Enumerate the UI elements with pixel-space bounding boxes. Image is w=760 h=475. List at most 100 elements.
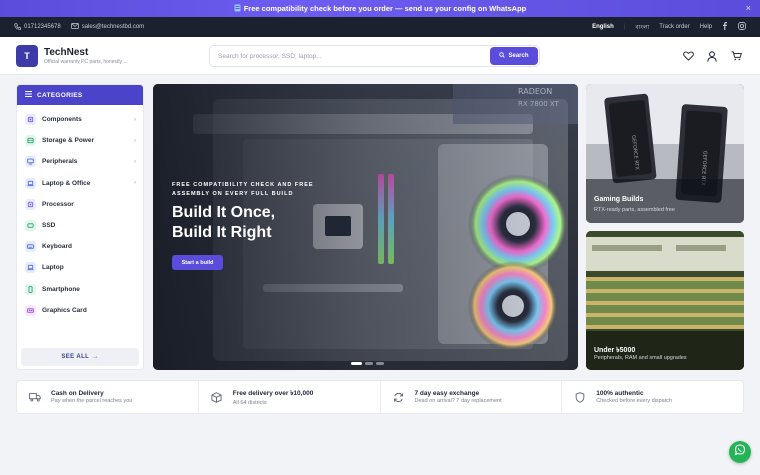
carousel-dot[interactable]	[365, 362, 373, 365]
start-build-button[interactable]: Start a build	[172, 255, 223, 270]
truck-icon	[27, 389, 43, 405]
whatsapp-chat-button[interactable]	[729, 441, 751, 463]
site-header: T TechNest Official warranty PC parts, h…	[0, 37, 760, 75]
hero-title-line1: Build It Once,	[172, 204, 276, 221]
lang-english[interactable]: English	[592, 24, 614, 30]
category-label: Smartphone	[42, 285, 80, 293]
feature-text: Cash on Delivery Pay when the parcel reac…	[51, 390, 132, 404]
laptop-icon	[25, 262, 36, 274]
search-bar: Search	[209, 45, 540, 67]
phone-icon	[14, 22, 21, 32]
search-button[interactable]: Search	[490, 47, 538, 65]
hero-title-line2: Build It Right	[172, 224, 272, 241]
feature-item: 100% authentic Checked before every dispa…	[562, 381, 743, 413]
see-all-button[interactable]: SEE ALL →	[21, 348, 139, 366]
keyboard-icon	[25, 241, 36, 253]
close-icon[interactable]: ×	[746, 3, 751, 13]
category-components[interactable]: Components ›	[17, 109, 143, 130]
utility-bar: 01712345678 sales@technestbd.com English…	[0, 17, 760, 37]
announcement-text: Free compatibility check before you orde…	[243, 4, 527, 13]
facebook-icon[interactable]	[722, 22, 728, 32]
lang-bangla[interactable]: বাংলা	[635, 22, 649, 33]
feature-title: 7 day easy exchange	[414, 390, 480, 397]
hero-title: Build It Once, Build It Right	[172, 203, 275, 243]
email-address: sales@technestbd.com	[81, 24, 145, 30]
category-storage-power[interactable]: Storage & Power ›	[17, 130, 143, 151]
category-sidebar: CATEGORIES Components › Storage & Power › Pe…	[16, 84, 144, 370]
carousel-dot[interactable]	[376, 362, 384, 365]
feature-title: 100% authentic	[596, 390, 644, 397]
logo[interactable]: T	[16, 44, 38, 67]
promo-subtitle: Peripherals, RAM and small upgrades	[594, 355, 687, 361]
feature-subtitle: Checked before every dispatch	[596, 398, 673, 404]
chevron-right-icon: ›	[134, 137, 136, 144]
category-laptop-office[interactable]: Laptop & Office ›	[17, 173, 143, 194]
email-contact[interactable]: sales@technestbd.com	[70, 23, 145, 31]
promo-subtitle: RTX-ready parts, assembled free	[594, 207, 675, 213]
chevron-right-icon: ›	[134, 116, 136, 123]
feature-title: Cash on Delivery	[51, 390, 104, 397]
shield-icon	[572, 389, 588, 405]
category-peripherals[interactable]: Peripherals ›	[17, 151, 143, 172]
storage-icon	[25, 135, 36, 147]
carousel-dots	[351, 362, 384, 365]
category-label: Keyboard	[42, 243, 72, 251]
brand-name[interactable]: TechNest	[44, 47, 128, 58]
category-label: Laptop & Office	[42, 179, 91, 187]
feature-item: 7 day easy exchange Dead on arrival? 7 da…	[381, 381, 563, 413]
divider: |	[623, 24, 626, 30]
categories-title: CATEGORIES	[37, 91, 83, 99]
category-label: Components	[42, 116, 82, 124]
track-order-link[interactable]: Track order	[659, 24, 689, 30]
menu-icon	[25, 91, 32, 99]
box-icon	[209, 389, 225, 405]
ssd-icon	[25, 220, 36, 232]
promo-under-5000[interactable]: Under ৳5000 Peripherals, RAM and small u…	[586, 231, 744, 370]
category-smartphone[interactable]: Smartphone	[17, 279, 143, 300]
search-icon	[499, 52, 506, 60]
see-all-label: SEE ALL	[61, 354, 90, 360]
feature-item: Cash on Delivery Pay when the parcel reac…	[17, 381, 199, 413]
brand-block: TechNest Official warranty PC parts, hon…	[44, 47, 128, 65]
cpu-icon	[25, 114, 36, 126]
category-graphics-card[interactable]: Graphics Card	[17, 300, 143, 321]
category-label: Processor	[42, 200, 74, 208]
features-strip: Cash on Delivery Pay when the parcel reac…	[16, 380, 744, 414]
instagram-icon[interactable]	[738, 22, 746, 32]
feature-item: Free delivery over ৳10,000 All 64 distric…	[199, 381, 381, 413]
whatsapp-icon	[734, 443, 746, 461]
gpu-icon	[25, 304, 36, 316]
category-label: Storage & Power	[42, 137, 95, 145]
smartphone-icon	[25, 283, 36, 295]
announcement-bar: Free compatibility check before you orde…	[0, 0, 760, 17]
feature-text: 7 day easy exchange Dead on arrival? 7 da…	[415, 390, 502, 404]
feature-subtitle: All 64 districts	[232, 400, 267, 406]
monitor-icon	[25, 156, 36, 168]
feature-text: 100% authentic Checked before every dispa…	[596, 390, 672, 404]
category-laptop[interactable]: Laptop	[17, 257, 143, 278]
promo-title: Gaming Builds	[594, 196, 644, 203]
promo-gaming-builds[interactable]: GEFORCE RTX GEFORCE RTX Gaming Builds RT…	[586, 84, 744, 223]
chevron-right-icon: ›	[134, 158, 136, 165]
cart-icon[interactable]	[730, 50, 742, 62]
feature-subtitle: Dead on arrival? 7 day replacement	[414, 398, 502, 404]
hero-banner: RADEON RX 7800 XT FREE COMPATIBILITY CHE…	[153, 84, 578, 370]
hero-eyebrow: FREE COMPATIBILITY CHECK AND FREE ASSEMB…	[172, 182, 314, 197]
carousel-dot[interactable]	[351, 362, 362, 365]
feature-subtitle: Pay when the parcel reaches you	[51, 398, 133, 404]
phone-number: 01712345678	[24, 24, 61, 30]
header-actions	[682, 50, 742, 62]
brand-tagline: Official warranty PC parts, honestly ...	[44, 58, 128, 65]
category-processor[interactable]: Processor	[17, 194, 143, 215]
help-link[interactable]: Help	[700, 24, 712, 30]
category-keyboard[interactable]: Keyboard	[17, 236, 143, 257]
category-ssd[interactable]: SSD	[17, 215, 143, 236]
chevron-right-icon: ›	[134, 180, 136, 187]
refresh-icon	[391, 389, 407, 405]
categories-header: CATEGORIES	[17, 85, 143, 105]
feature-title: Free delivery over ৳10,000	[232, 390, 314, 397]
user-icon[interactable]	[706, 50, 718, 62]
phone-contact[interactable]: 01712345678	[14, 22, 61, 32]
heart-icon[interactable]	[682, 50, 694, 62]
processor-icon	[25, 198, 36, 210]
